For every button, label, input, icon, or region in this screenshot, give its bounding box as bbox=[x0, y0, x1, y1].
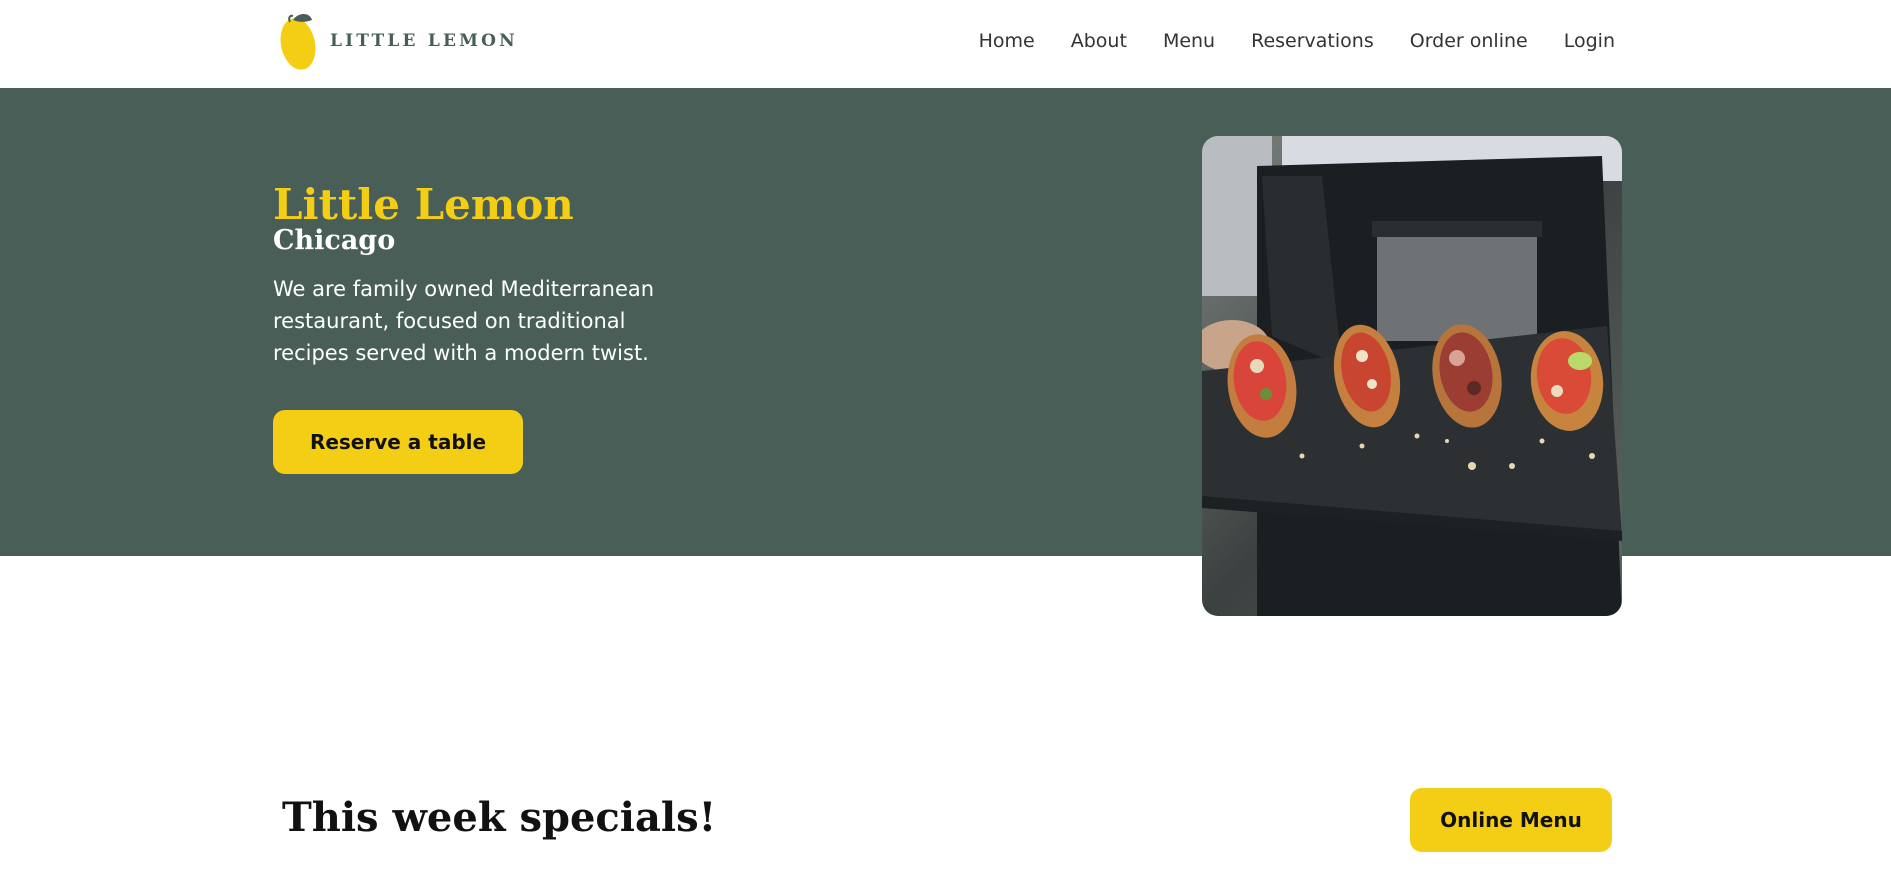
nav-menu[interactable]: Menu bbox=[1163, 30, 1215, 52]
nav-reservations[interactable]: Reservations bbox=[1251, 30, 1374, 52]
brand-name: LITTLE LEMON bbox=[330, 31, 518, 51]
main-nav: Home About Menu Reservations Order onlin… bbox=[979, 30, 1615, 52]
lemon-icon bbox=[280, 14, 316, 70]
hero-subtitle: Chicago bbox=[273, 225, 396, 256]
specials-title: This week specials! bbox=[282, 794, 717, 841]
site-header: LITTLE LEMON Home About Menu Reservation… bbox=[0, 0, 1891, 88]
logo[interactable]: LITTLE LEMON bbox=[278, 10, 518, 72]
online-menu-button[interactable]: Online Menu bbox=[1410, 788, 1612, 852]
hero-description: We are family owned Mediterranean restau… bbox=[273, 277, 655, 365]
chef-serving-bruschetta-photo bbox=[1202, 136, 1622, 616]
nav-home[interactable]: Home bbox=[979, 30, 1035, 52]
hero-image bbox=[1202, 136, 1622, 616]
reserve-table-button[interactable]: Reserve a table bbox=[273, 410, 523, 474]
nav-about[interactable]: About bbox=[1071, 30, 1127, 52]
nav-login[interactable]: Login bbox=[1564, 30, 1615, 52]
nav-order-online[interactable]: Order online bbox=[1410, 30, 1528, 52]
